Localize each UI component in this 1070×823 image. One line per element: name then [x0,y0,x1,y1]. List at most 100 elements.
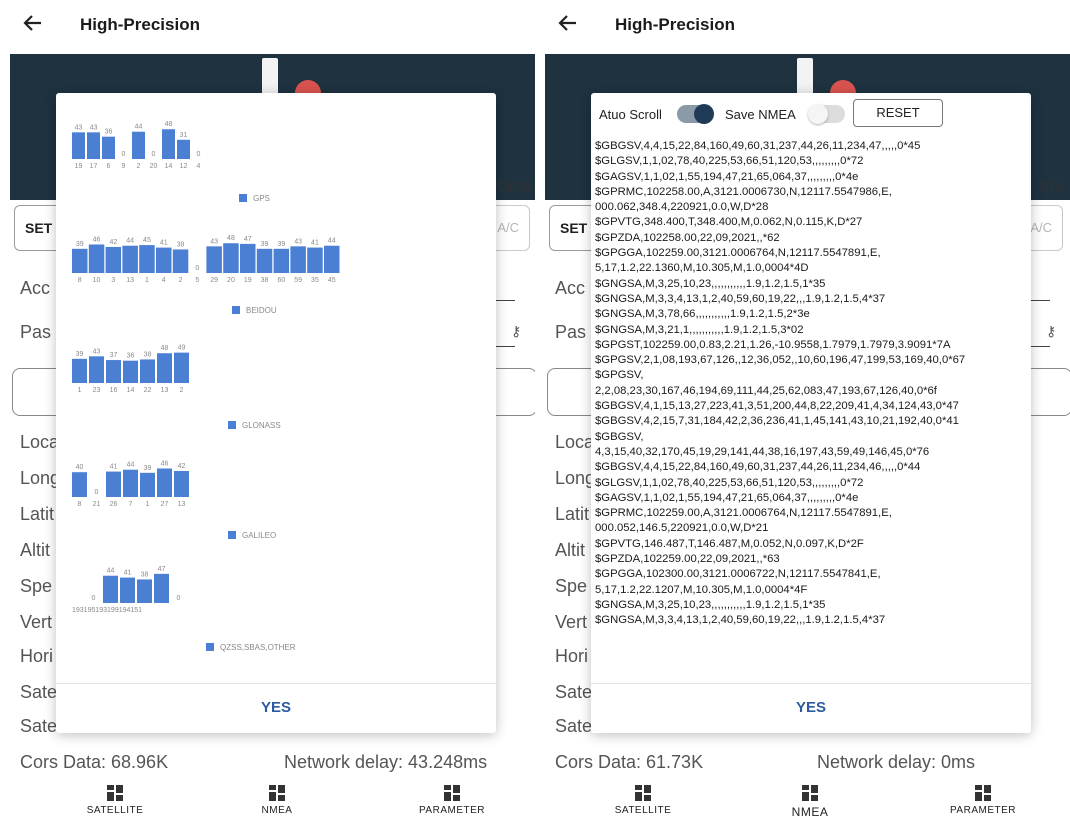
snr-value-label: 48 [227,235,235,242]
nav-label-nmea: NMEA [261,805,293,816]
snr-bar [123,469,138,497]
speed-label: Spe [20,576,53,596]
snr-value-label: 43 [93,348,101,355]
nav-parameter[interactable]: PARAMETER [923,784,1043,816]
snr-bar [154,573,169,603]
nav-satellite[interactable]: SATELLITE [583,784,703,816]
latitude-label: Latit [555,504,590,524]
snr-bar [105,246,122,273]
snr-bar [72,248,88,273]
key-icon[interactable]: ⚷ [511,323,521,340]
accuracy-label: Acc [20,278,51,298]
toggle-knob [694,104,714,124]
nmea-line: $GPGST,102259.00,0.83,2.21,1.26,-10.9558… [595,338,951,351]
snr-bar [240,243,256,273]
snr-value-label: 49 [178,345,186,352]
satellite-id-label: 8 [78,277,82,284]
snr-bar [72,472,87,497]
save-nmea-toggle[interactable] [808,104,845,124]
snr-bar [273,248,290,273]
snr-bar [140,359,155,383]
nmea-line: $GPGGA,102259.00,3121.0006764,N,12117.55… [595,247,881,260]
snr-value-label: 37 [110,352,118,359]
satellite-id-label: 21 [93,501,101,508]
location-label: Loca [20,432,60,452]
grid-icon [444,785,460,801]
snr-value-label: 36 [105,129,113,136]
cors-data: Cors Data: 68.96K [20,752,169,772]
satellite-id-label: 22 [144,387,152,394]
nmea-line: $GNGSA,M,3,3,4,13,1,2,40,59,60,19,22,,,1… [595,292,886,305]
snr-bar [157,353,172,383]
satellite-id-label: 14 [127,387,135,394]
snr-value-label: 43 [90,124,98,131]
nav-nmea[interactable]: NMEA [750,784,870,819]
snr-value-label: 0 [177,595,181,602]
nmea-line: $GNGSA,M,3,25,10,23,,,,,,,,,,,1.9,1.2,1.… [595,598,826,611]
satellite-id-label: 9 [122,163,126,170]
nmea-line: $GAGSV,1,1,02,1,55,194,47,21,65,064,37,,… [595,170,859,183]
satellite-id-label: 6 [107,163,111,170]
satellite-id-label: 20 [150,163,158,170]
snr-bar [72,358,87,383]
latitude-label: Latit [20,504,55,524]
snr-value-label: 41 [311,240,319,247]
nmea-line: $GAGSV,1,1,02,1,55,194,47,21,65,064,37,,… [595,491,859,504]
yes-button[interactable]: YES [56,693,496,723]
horizontal-label: Hori [555,646,589,666]
dialog-divider [56,683,496,684]
nmea-log[interactable]: $GBGSV,4,4,15,22,84,160,49,60,31,237,44,… [595,139,1027,679]
snr-value-label: 0 [92,595,96,602]
toggle-knob [808,104,828,124]
nmea-line: $GPRMC,102259.00,A,3121.0006764,N,12117.… [595,507,892,520]
legend-swatch [228,421,236,429]
back-arrow-icon[interactable] [557,12,587,42]
legend-label: GALILEO [242,531,276,540]
yes-button[interactable]: YES [591,693,1031,723]
snr-value-label: 44 [107,568,115,575]
nmea-line: $GPZDA,102259.00,22,09,2021,,*63 [595,553,780,566]
nmea-line: $GPRMC,102258.00,A,3121.0006730,N,12117.… [595,185,892,198]
satellite-id-label: 2 [137,163,141,170]
nav-label-nmea: NMEA [791,805,829,819]
snr-value-label: 46 [161,460,169,467]
nav-satellite[interactable]: SATELLITE [55,784,175,816]
snr-bar [102,136,115,159]
snr-bar [140,472,155,497]
snr-bar [157,468,172,497]
snr-bar [87,132,100,159]
nmea-line: $GPGGA,102300.00,3121.0006722,N,12117.55… [595,568,881,581]
snr-value-label: 42 [109,239,117,246]
legend-label: BEIDOU [246,306,277,315]
speed-label: Spe [555,576,588,596]
nmea-line: $GLGSV,1,1,02,78,40,225,53,66,51,120,53,… [595,155,864,168]
back-arrow-icon[interactable] [22,12,52,42]
legend-label: GLONASS [242,421,281,430]
location-label: Loca [555,432,595,452]
snr-value-label: 31 [180,132,188,139]
satellite-id-label: 5 [195,277,199,284]
snr-value-label: 43 [75,124,83,131]
position-marker [262,58,278,98]
nmea-line: $GNGSA,M,3,3,4,13,1,2,40,59,60,19,22,,,1… [595,614,886,627]
snr-value-label: 45 [143,237,151,244]
longitude-label: Long [20,468,61,488]
gnss-label: Gnss [497,178,533,195]
snr-value-label: 41 [160,240,168,247]
satellite-id-label: 38 [261,277,269,284]
satellite-id-label: 19 [244,277,252,284]
longitude-label: Long [555,468,596,488]
snr-value-label: 0 [152,151,156,158]
accuracy-label: Acc [555,278,586,298]
reset-button[interactable]: RESET [853,99,943,127]
nav-parameter[interactable]: PARAMETER [392,784,512,816]
satellite-id-label: 23 [93,387,101,394]
nmea-line: 4,3,15,40,32,170,45,19,29,141,44,38,16,1… [595,445,930,458]
satellite-id-label: 29 [210,277,218,284]
nmea-line: $GLGSV,1,1,02,78,40,225,53,66,51,120,53,… [595,476,864,489]
auto-scroll-toggle[interactable] [677,104,714,124]
nav-nmea[interactable]: NMEA [217,784,337,816]
satellite-id-label: 4 [162,277,166,284]
network-delay: Network delay: 0ms [817,752,976,772]
key-icon[interactable]: ⚷ [1046,323,1056,340]
